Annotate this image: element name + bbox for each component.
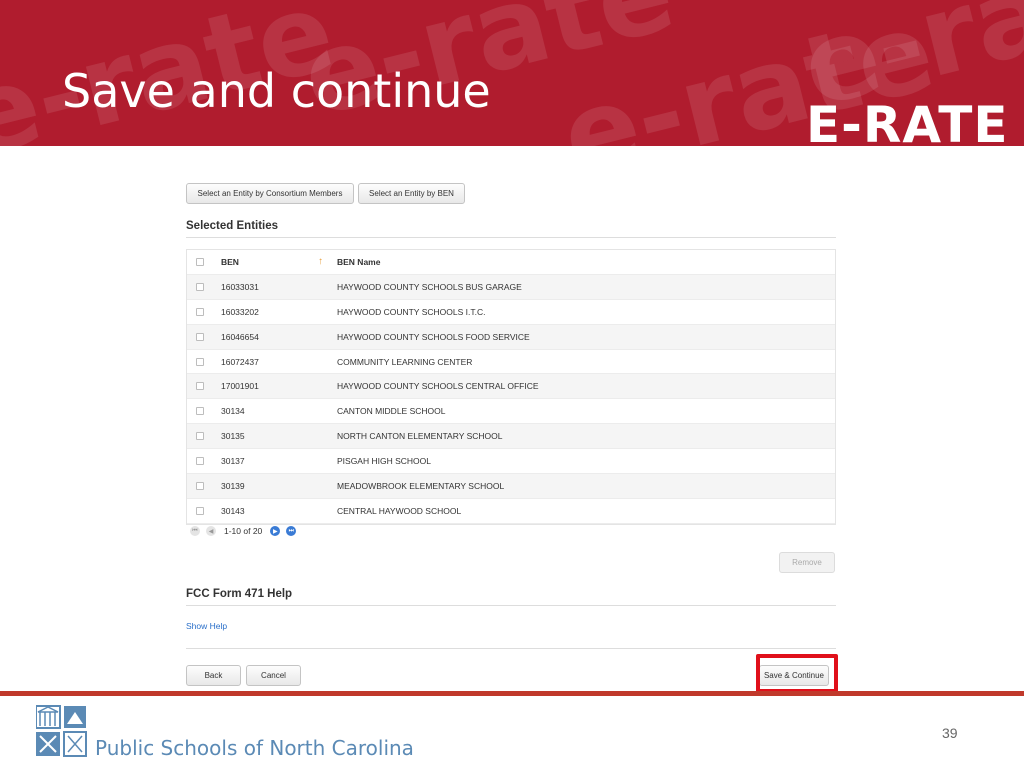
entities-table: BEN ↑ BEN Name 16033031 HAYWOOD COUNTY SC… — [186, 249, 836, 525]
row-checkbox[interactable] — [196, 282, 204, 291]
ben-cell: 16046654 — [221, 331, 259, 342]
row-checkbox[interactable] — [196, 407, 204, 416]
dpi-logo-icon — [35, 704, 88, 763]
ben-cell: 30139 — [221, 480, 245, 491]
table-row: 16033202 HAYWOOD COUNTY SCHOOLS I.T.C. — [187, 300, 835, 325]
last-page-icon[interactable]: ⏭ — [286, 526, 297, 536]
show-help-link[interactable]: Show Help — [186, 621, 227, 631]
ben-cell: 17001901 — [221, 381, 259, 392]
help-heading: FCC Form 471 Help — [186, 588, 293, 600]
selected-entities-heading: Selected Entities — [186, 220, 279, 232]
back-button[interactable]: Back — [186, 665, 241, 686]
table-row: 30135 NORTH CANTON ELEMENTARY SCHOOL — [187, 424, 835, 450]
title-banner: e-rate e-rate e-rate e-rate Save and con… — [0, 0, 1024, 146]
ben-name-cell: HAYWOOD COUNTY SCHOOLS FOOD SERVICE — [337, 331, 530, 342]
row-checkbox[interactable] — [196, 506, 204, 515]
save-continue-highlight — [756, 654, 838, 693]
organization-name: Public Schools of North Carolina — [95, 736, 414, 760]
table-row: 16046654 HAYWOOD COUNTY SCHOOLS FOOD SERV… — [187, 324, 835, 350]
next-page-icon[interactable]: ▶ — [270, 526, 281, 536]
table-row: 30143 CENTRAL HAYWOOD SCHOOL — [187, 499, 835, 524]
row-checkbox[interactable] — [196, 432, 204, 441]
ben-name-cell: HAYWOOD COUNTY SCHOOLS CENTRAL OFFICE — [337, 381, 539, 392]
ben-name-cell: MEADOWBROOK ELEMENTARY SCHOOL — [337, 480, 505, 491]
table-row: 30137 PISGAH HIGH SCHOOL — [187, 449, 835, 475]
table-row: 16072437 COMMUNITY LEARNING CENTER — [187, 350, 835, 375]
ben-cell: 30134 — [221, 406, 245, 417]
cancel-button[interactable]: Cancel — [246, 665, 301, 686]
ben-name-cell: CENTRAL HAYWOOD SCHOOL — [337, 505, 462, 516]
ben-name-cell: HAYWOOD COUNTY SCHOOLS I.T.C. — [337, 306, 486, 317]
ben-cell: 16033031 — [221, 281, 259, 292]
row-checkbox[interactable] — [196, 457, 204, 466]
previous-page-icon[interactable]: ◀ — [206, 526, 216, 536]
ben-cell: 30137 — [221, 456, 245, 467]
slide-title: Save and continue — [62, 64, 491, 118]
table-row: 17001901 HAYWOOD COUNTY SCHOOLS CENTRAL O… — [187, 374, 835, 400]
row-checkbox[interactable] — [196, 481, 204, 490]
select-by-consortium-button[interactable]: Select an Entity by Consortium Members — [186, 183, 354, 204]
divider — [186, 237, 836, 238]
page-number: 39 — [942, 725, 958, 741]
select-all-checkbox[interactable] — [196, 257, 204, 266]
pager-label: 1-10 of 20 — [224, 526, 263, 536]
row-checkbox[interactable] — [196, 357, 204, 366]
ben-cell: 30143 — [221, 505, 245, 516]
ben-name-cell: COMMUNITY LEARNING CENTER — [337, 356, 473, 367]
sort-arrow-icon[interactable]: ↑ — [318, 256, 323, 267]
ben-name-cell: NORTH CANTON ELEMENTARY SCHOOL — [337, 431, 503, 442]
ben-name-cell: CANTON MIDDLE SCHOOL — [337, 406, 446, 417]
table-row: 30134 CANTON MIDDLE SCHOOL — [187, 399, 835, 425]
ben-cell: 30135 — [221, 431, 245, 442]
ben-cell: 16033202 — [221, 306, 259, 317]
row-checkbox[interactable] — [196, 382, 204, 391]
table-header-row: BEN ↑ BEN Name — [187, 250, 835, 275]
first-page-icon[interactable]: ⏮ — [190, 526, 200, 536]
divider — [186, 648, 836, 649]
table-row: 30139 MEADOWBROOK ELEMENTARY SCHOOL — [187, 474, 835, 499]
remove-button[interactable]: Remove — [779, 552, 835, 573]
column-header-ben-name[interactable]: BEN Name — [337, 257, 380, 267]
divider — [186, 605, 836, 606]
ben-cell: 16072437 — [221, 356, 259, 367]
footer-divider — [0, 691, 1024, 696]
ben-name-cell: HAYWOOD COUNTY SCHOOLS BUS GARAGE — [337, 281, 522, 292]
select-by-ben-button[interactable]: Select an Entity by BEN — [358, 183, 465, 204]
column-header-ben[interactable]: BEN — [221, 257, 239, 267]
table-row: 16033031 HAYWOOD COUNTY SCHOOLS BUS GARAG… — [187, 274, 835, 300]
ben-name-cell: PISGAH HIGH SCHOOL — [337, 456, 431, 467]
row-checkbox[interactable] — [196, 307, 204, 316]
erate-logo: E-RATE — [806, 96, 1009, 146]
table-pager: ⏮ ◀ 1-10 of 20 ▶ ⏭ — [190, 526, 302, 536]
row-checkbox[interactable] — [196, 332, 204, 341]
